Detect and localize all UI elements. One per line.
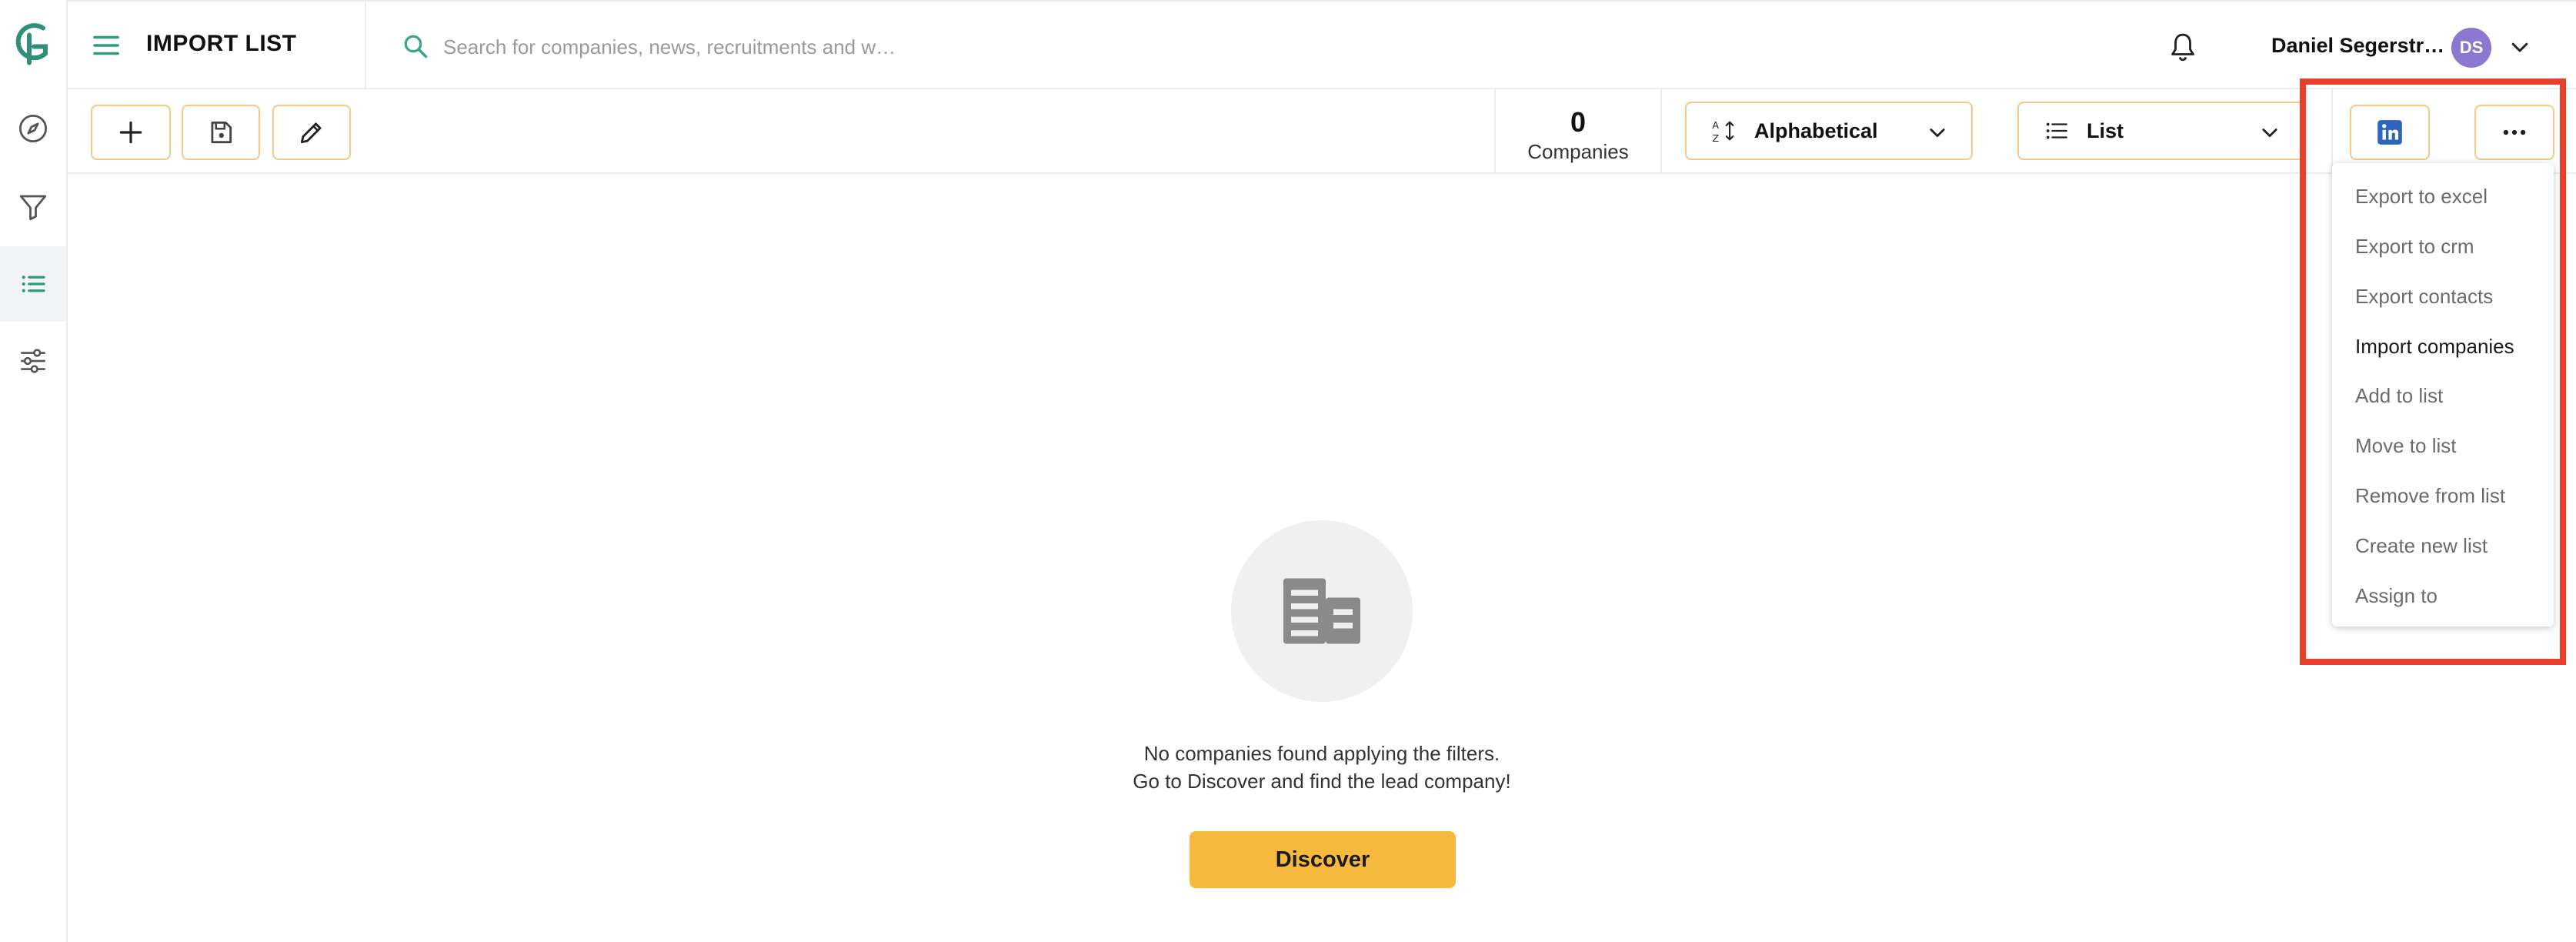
- compass-icon: [18, 114, 48, 143]
- app-logo-icon[interactable]: [11, 18, 57, 72]
- search-icon: [404, 35, 428, 58]
- toolbar-divider: [2331, 89, 2333, 172]
- chevron-down-icon[interactable]: [2508, 35, 2531, 58]
- sidebar-item-lists[interactable]: [0, 246, 66, 322]
- save-button[interactable]: [182, 105, 260, 160]
- menu-item-assign-to[interactable]: Assign to: [2355, 584, 2438, 608]
- filter-icon: [19, 195, 47, 221]
- empty-state-hint: Go to Discover and find the lead company…: [1133, 770, 1511, 793]
- chevron-down-icon: [2262, 129, 2277, 138]
- more-options-menu: Export to excel Export to crm Export con…: [2332, 163, 2554, 626]
- menu-item-move-to-list[interactable]: Move to list: [2355, 434, 2457, 458]
- sort-select[interactable]: A Z Alphabetical: [1685, 102, 1973, 160]
- menu-item-export-contacts[interactable]: Export contacts: [2355, 285, 2493, 309]
- edit-button[interactable]: [272, 105, 351, 160]
- company-count: 0 Companies: [1494, 89, 1662, 172]
- page-title: IMPORT LIST: [146, 31, 297, 56]
- avatar[interactable]: DS: [2451, 28, 2491, 68]
- svg-text:A: A: [1712, 120, 1719, 132]
- sort-alpha-icon: A Z: [1712, 120, 1734, 144]
- save-icon: [211, 121, 232, 144]
- sidebar-item-settings[interactable]: [0, 323, 66, 399]
- top-header: IMPORT LIST Daniel Segerstr… DS: [68, 0, 2576, 89]
- add-button[interactable]: [91, 105, 171, 160]
- more-horizontal-icon: [2503, 129, 2526, 135]
- linkedin-icon: [2377, 120, 2402, 145]
- sidebar-item-discover[interactable]: [0, 91, 66, 166]
- company-count-value: 0: [1570, 106, 1587, 138]
- company-count-label: Companies: [1527, 140, 1629, 163]
- search-input[interactable]: [443, 28, 920, 66]
- more-options-button[interactable]: [2474, 105, 2554, 160]
- menu-item-remove-from-list[interactable]: Remove from list: [2355, 484, 2505, 508]
- pencil-icon: [300, 122, 322, 144]
- menu-item-create-new-list[interactable]: Create new list: [2355, 534, 2488, 558]
- chevron-down-icon: [1930, 129, 1945, 138]
- menu-icon[interactable]: [92, 32, 120, 58]
- sort-select-label: Alphabetical: [1754, 119, 1878, 142]
- empty-state-message: No companies found applying the filters.: [1143, 742, 1500, 765]
- sliders-icon: [21, 349, 45, 373]
- menu-item-add-to-list[interactable]: Add to list: [2355, 384, 2443, 408]
- plus-icon: [119, 121, 142, 144]
- list-icon: [22, 276, 45, 292]
- building-icon: [1283, 578, 1360, 644]
- list-icon: [2046, 122, 2067, 139]
- view-select-label: List: [2087, 119, 2124, 142]
- list-toolbar: 0 Companies A Z Alphabetical List: [68, 89, 2576, 174]
- menu-item-export-excel[interactable]: Export to excel: [2355, 185, 2488, 209]
- svg-text:Z: Z: [1712, 133, 1719, 144]
- sidebar-item-filters[interactable]: [0, 169, 66, 245]
- left-rail: [0, 0, 68, 942]
- linkedin-button[interactable]: [2350, 105, 2430, 160]
- bell-icon[interactable]: [2168, 31, 2197, 63]
- menu-item-import-companies[interactable]: Import companies: [2355, 335, 2514, 359]
- discover-button[interactable]: Discover: [1190, 831, 1456, 888]
- view-select[interactable]: List: [2017, 102, 2305, 160]
- empty-state-illustration: [1231, 520, 1413, 702]
- menu-item-export-crm[interactable]: Export to crm: [2355, 235, 2474, 259]
- header-divider: [365, 2, 366, 89]
- user-name[interactable]: Daniel Segerstr…: [2271, 34, 2444, 58]
